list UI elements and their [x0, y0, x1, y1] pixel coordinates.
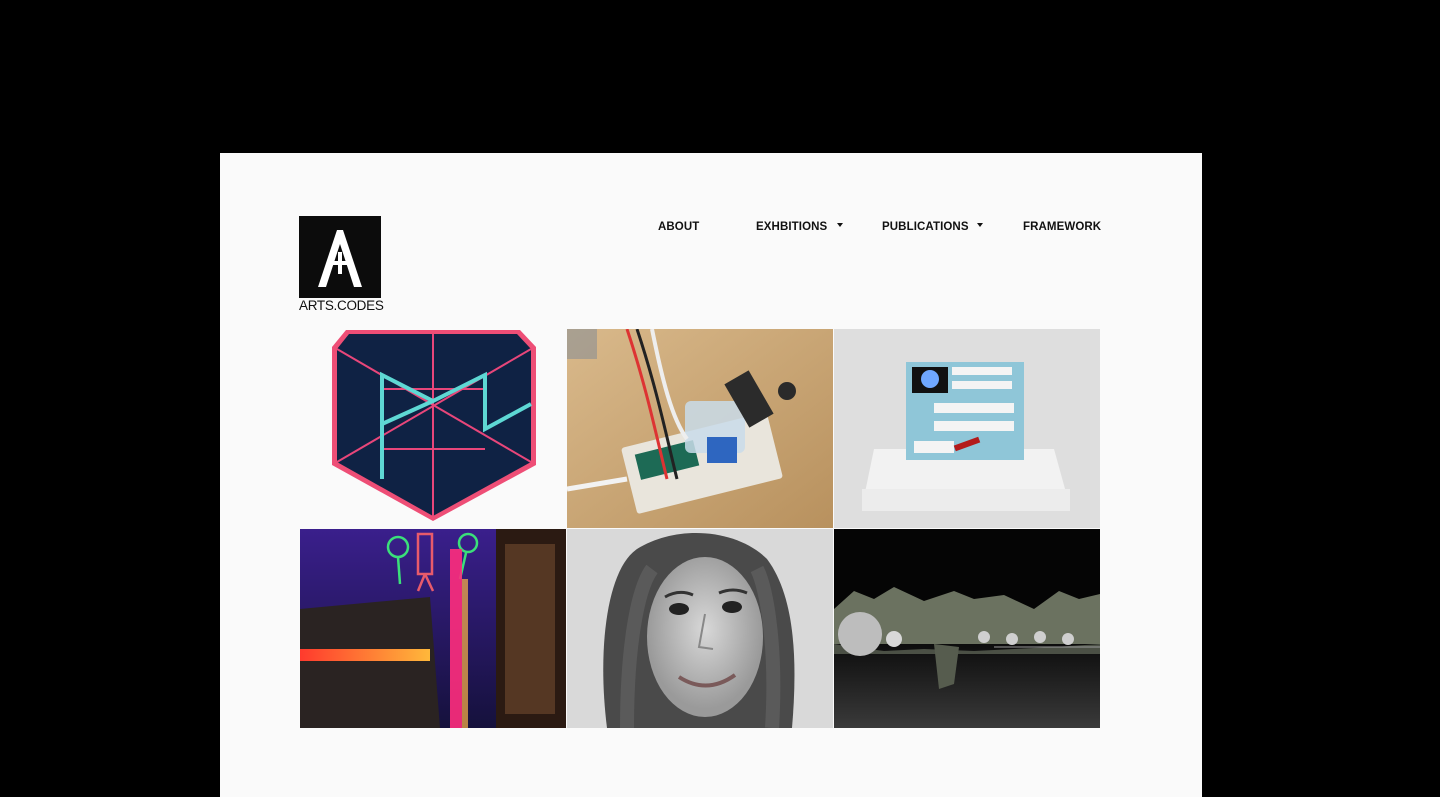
nav-exhibitions[interactable]: EXHBITIONS [756, 221, 827, 233]
gallery-tile-automaton[interactable] [834, 329, 1100, 528]
chevron-down-icon[interactable] [977, 223, 983, 227]
logo-text: ARTS.CODES [299, 298, 384, 313]
gallery-grid [300, 329, 1100, 728]
nav-publications[interactable]: PUBLICATIONS [882, 221, 969, 233]
gallery-tile-landscape[interactable] [834, 529, 1100, 728]
gallery-tile-hexagon[interactable] [300, 329, 566, 528]
nav-about[interactable]: ABOUT [658, 221, 699, 233]
gallery-tile-circuit[interactable] [567, 329, 833, 528]
gallery-tile-portrait[interactable] [567, 529, 833, 728]
gallery-tile-neon[interactable] [300, 529, 566, 728]
page-container: ARTS.CODES ABOUT EXHBITIONS PUBLICATIONS… [220, 153, 1202, 797]
main-nav: ABOUT EXHBITIONS PUBLICATIONS FRAMEWORK [220, 221, 1202, 241]
nav-framework[interactable]: FRAMEWORK [1023, 221, 1101, 233]
chevron-down-icon[interactable] [837, 223, 843, 227]
